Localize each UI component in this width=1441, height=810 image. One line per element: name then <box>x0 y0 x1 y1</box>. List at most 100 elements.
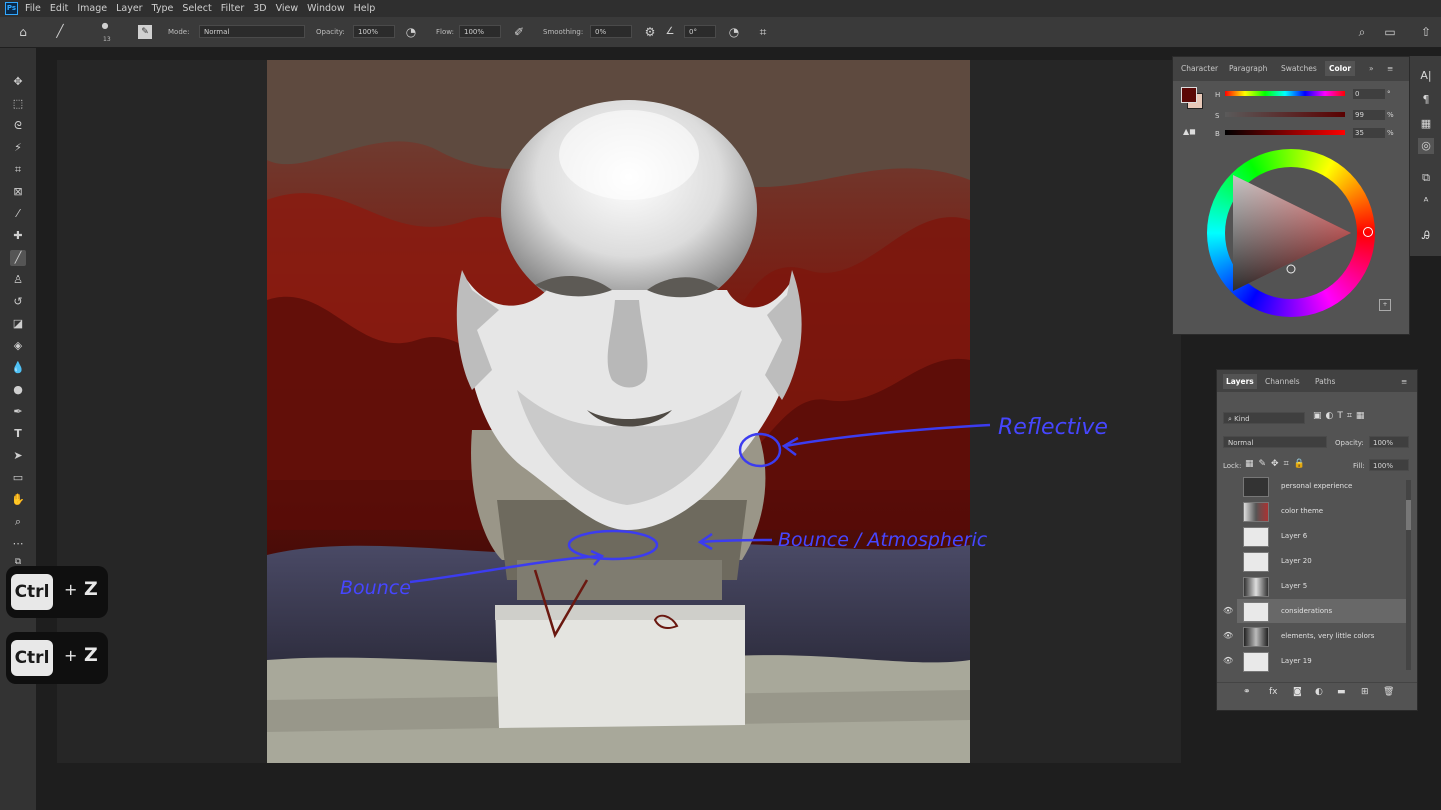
z-key: Z <box>84 578 98 600</box>
reflective-circle <box>738 432 782 468</box>
link-layers-icon[interactable]: ⚭ <box>1243 687 1251 697</box>
swatches-panel-icon[interactable]: ▦ <box>1418 116 1434 132</box>
color-panel-tabs: Character Paragraph Swatches Color » ≡ <box>1173 57 1409 81</box>
foreground-color-swatch[interactable] <box>1181 87 1197 103</box>
hue-ring-marker[interactable] <box>1363 227 1373 237</box>
hue-field[interactable]: 0 <box>1353 89 1385 99</box>
layer-row-selected[interactable]: 👁 considerations <box>1223 599 1407 623</box>
annotation-reflective: Reflective <box>998 415 1108 440</box>
layers-menu-icon[interactable]: ≡ <box>1401 377 1407 386</box>
fill-label: Fill: <box>1353 462 1365 470</box>
visibility-eye-icon[interactable]: 👁 <box>1223 631 1233 640</box>
new-group-icon[interactable]: ▬ <box>1337 687 1346 697</box>
glyphs-panel-icon[interactable]: ᴬ <box>1418 194 1434 210</box>
panel-icon-strip: A| ¶ ▦ ◎ ⧉ ᴬ Ꭿ <box>1410 56 1441 256</box>
color-triangle[interactable] <box>1225 167 1357 299</box>
bounce-arrow <box>409 554 601 584</box>
layer-row[interactable]: Layer 20 <box>1237 549 1407 573</box>
tab-layers[interactable]: Layers <box>1223 374 1257 389</box>
layer-thumbnail <box>1243 477 1269 497</box>
layer-row[interactable]: 👁 elements, very little colors <box>1223 624 1407 648</box>
filter-kind-label: Kind <box>1234 415 1250 423</box>
layer-thumbnail <box>1243 552 1269 572</box>
tab-channels[interactable]: Channels <box>1265 377 1300 386</box>
panel-collapse-icon[interactable]: » <box>1369 64 1374 73</box>
blend-mode-select[interactable]: Normal <box>1223 436 1327 448</box>
lock-label: Lock: <box>1223 462 1242 470</box>
layers-footer: ⚭ fx ◙ ◐ ▬ ⊞ 🗑 <box>1217 682 1417 705</box>
fill-field[interactable]: 100% <box>1369 459 1409 471</box>
layer-thumbnail <box>1243 627 1269 647</box>
plus-sign: + <box>64 580 78 599</box>
tab-swatches[interactable]: Swatches <box>1281 64 1317 73</box>
brightness-label: B <box>1215 130 1220 138</box>
brightness-slider[interactable] <box>1225 130 1345 135</box>
tab-color[interactable]: Color <box>1325 61 1356 76</box>
hue-label: H <box>1215 91 1221 99</box>
character-panel-icon[interactable]: A| <box>1418 68 1434 84</box>
layer-name: Layer 20 <box>1281 557 1312 565</box>
panel-menu-icon[interactable]: ≡ <box>1387 64 1393 73</box>
layer-mask-icon[interactable]: ◙ <box>1293 687 1302 697</box>
layer-filter-select[interactable]: ⌕ Kind <box>1223 412 1305 424</box>
shortcut-overlay-2: Ctrl + Z <box>6 632 108 684</box>
layer-style-icon[interactable]: fx <box>1269 687 1278 697</box>
layer-row[interactable]: Layer 5 <box>1237 574 1407 598</box>
tab-paths[interactable]: Paths <box>1315 377 1335 386</box>
ctrl-key: Ctrl <box>11 574 53 610</box>
visibility-eye-icon[interactable]: 👁 <box>1223 606 1233 615</box>
annotation-bounce: Bounce <box>340 577 411 599</box>
saturation-unit: % <box>1387 111 1394 119</box>
z-key: Z <box>84 644 98 666</box>
adjustments-panel-icon[interactable]: ⧉ <box>1418 170 1434 186</box>
paragraph-panel-icon[interactable]: ¶ <box>1418 92 1434 108</box>
reflective-arrow <box>784 423 991 448</box>
layer-row[interactable]: personal experience <box>1237 474 1407 498</box>
delete-layer-icon[interactable]: 🗑 <box>1383 687 1394 697</box>
color-wheel[interactable] <box>1207 149 1375 317</box>
layer-opacity-field[interactable]: 100% <box>1369 436 1409 448</box>
layer-name: Layer 5 <box>1281 582 1308 590</box>
plus-sign: + <box>64 646 78 665</box>
layer-name: elements, very little colors <box>1281 632 1375 640</box>
layer-thumbnail <box>1243 527 1269 547</box>
color-panel-icon[interactable]: ◎ <box>1418 138 1434 154</box>
brightness-field[interactable]: 35 <box>1353 128 1385 138</box>
annotation-bounce-atmospheric: Bounce / Atmospheric <box>778 529 988 551</box>
layer-row[interactable]: 👁 Layer 19 <box>1223 649 1407 673</box>
layer-row[interactable]: Layer 6 <box>1237 524 1407 548</box>
atmospheric-arrow <box>701 538 773 544</box>
layers-panel: Layers Channels Paths ≡ ⌕ Kind ▣◐T⌗▦ Nor… <box>1216 369 1418 711</box>
layer-name: personal experience <box>1281 482 1353 490</box>
layers-panel-tabs: Layers Channels Paths ≡ <box>1217 370 1417 392</box>
hue-slider[interactable] <box>1225 91 1345 96</box>
layer-thumbnail <box>1243 602 1269 622</box>
layer-thumbnail <box>1243 652 1269 672</box>
ctrl-key: Ctrl <box>11 640 53 676</box>
hue-unit: ° <box>1387 90 1391 98</box>
color-panel: Character Paragraph Swatches Color » ≡ ▲… <box>1172 56 1410 335</box>
shortcut-overlay-1: Ctrl + Z <box>6 566 108 618</box>
saturation-label: S <box>1215 112 1220 120</box>
adjustment-layer-icon[interactable]: ◐ <box>1315 687 1323 697</box>
saturation-slider[interactable] <box>1225 112 1345 117</box>
tab-paragraph[interactable]: Paragraph <box>1229 64 1267 73</box>
layer-filter-icons[interactable]: ▣◐T⌗▦ <box>1313 411 1368 421</box>
lock-icons[interactable]: ▦✎✥⌗🔒 <box>1245 459 1310 469</box>
layer-row[interactable]: color theme <box>1237 499 1407 523</box>
visibility-eye-icon[interactable]: 👁 <box>1223 656 1233 665</box>
new-layer-icon[interactable]: ⊞ <box>1361 687 1369 697</box>
tab-character[interactable]: Character <box>1181 64 1218 73</box>
layer-opacity-label: Opacity: <box>1335 439 1364 447</box>
bounce-ellipse <box>567 529 659 561</box>
gamut-warning-icon: ▲◼ <box>1183 127 1196 136</box>
layers-scrollbar[interactable] <box>1406 480 1411 670</box>
layer-thumbnail <box>1243 577 1269 597</box>
brightness-unit: % <box>1387 129 1394 137</box>
add-swatch-icon[interactable]: + <box>1379 299 1391 311</box>
layer-name: color theme <box>1281 507 1324 515</box>
saturation-field[interactable]: 99 <box>1353 110 1385 120</box>
styles-panel-icon[interactable]: Ꭿ <box>1418 228 1434 244</box>
layer-name: Layer 19 <box>1281 657 1312 665</box>
layer-thumbnail <box>1243 502 1269 522</box>
